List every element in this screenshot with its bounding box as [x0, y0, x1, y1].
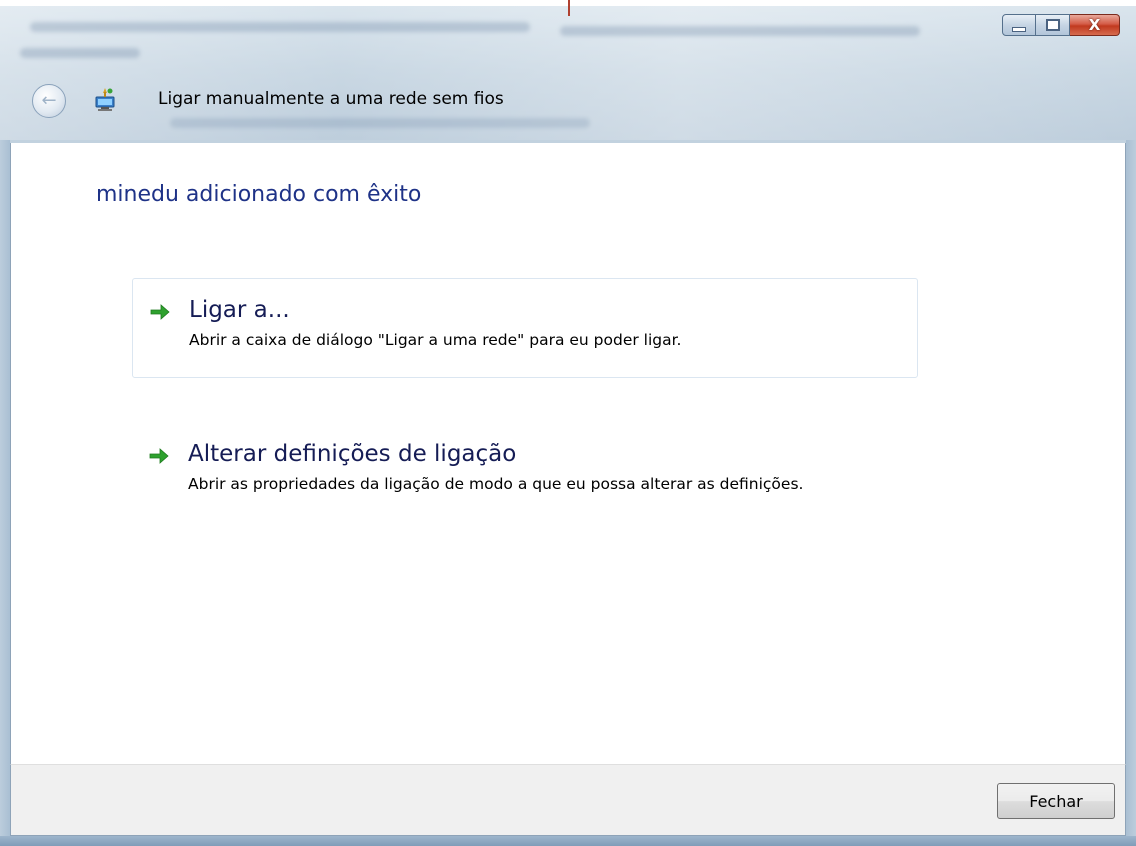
window-title: Ligar manualmente a uma rede sem fios: [158, 89, 504, 109]
page-heading: minedu adicionado com êxito: [96, 182, 422, 207]
window-controls: X: [1002, 14, 1120, 36]
connect-to-option[interactable]: Ligar a... Abrir a caixa de diálogo "Lig…: [132, 278, 918, 378]
green-arrow-icon: [150, 304, 170, 320]
option-title: Alterar definições de ligação: [188, 441, 517, 467]
background-blur: [560, 26, 920, 36]
window-frame-bottom: [0, 836, 1136, 846]
window-frame-right: [1126, 140, 1136, 840]
maximize-button[interactable]: [1036, 14, 1070, 36]
dialog-window: X ← Ligar manualmente a uma rede sem fio…: [0, 0, 1136, 846]
red-marker: [568, 0, 570, 16]
close-icon: X: [1088, 16, 1101, 34]
green-arrow-icon: [149, 448, 169, 464]
option-description: Abrir a caixa de diálogo "Ligar a uma re…: [189, 331, 682, 349]
window-frame-left: [0, 140, 10, 840]
back-button[interactable]: ←: [32, 84, 66, 118]
back-arrow-icon: ←: [41, 90, 57, 111]
minimize-button[interactable]: [1002, 14, 1036, 36]
option-description: Abrir as propriedades da ligação de modo…: [188, 475, 804, 493]
background-blur: [170, 118, 590, 128]
content-pane: minedu adicionado com êxito Ligar a... A…: [10, 143, 1126, 764]
change-connection-settings-option[interactable]: Alterar definições de ligação Abrir as p…: [132, 423, 918, 519]
background-blur: [20, 48, 140, 58]
wireless-network-icon: [95, 88, 115, 111]
dialog-footer: Fechar: [10, 764, 1126, 836]
close-button[interactable]: Fechar: [997, 783, 1115, 819]
option-title: Ligar a...: [189, 297, 290, 323]
maximize-icon: [1045, 19, 1060, 31]
minimize-icon: [1012, 26, 1026, 32]
background-blur: [30, 22, 530, 32]
close-window-button[interactable]: X: [1070, 14, 1120, 36]
